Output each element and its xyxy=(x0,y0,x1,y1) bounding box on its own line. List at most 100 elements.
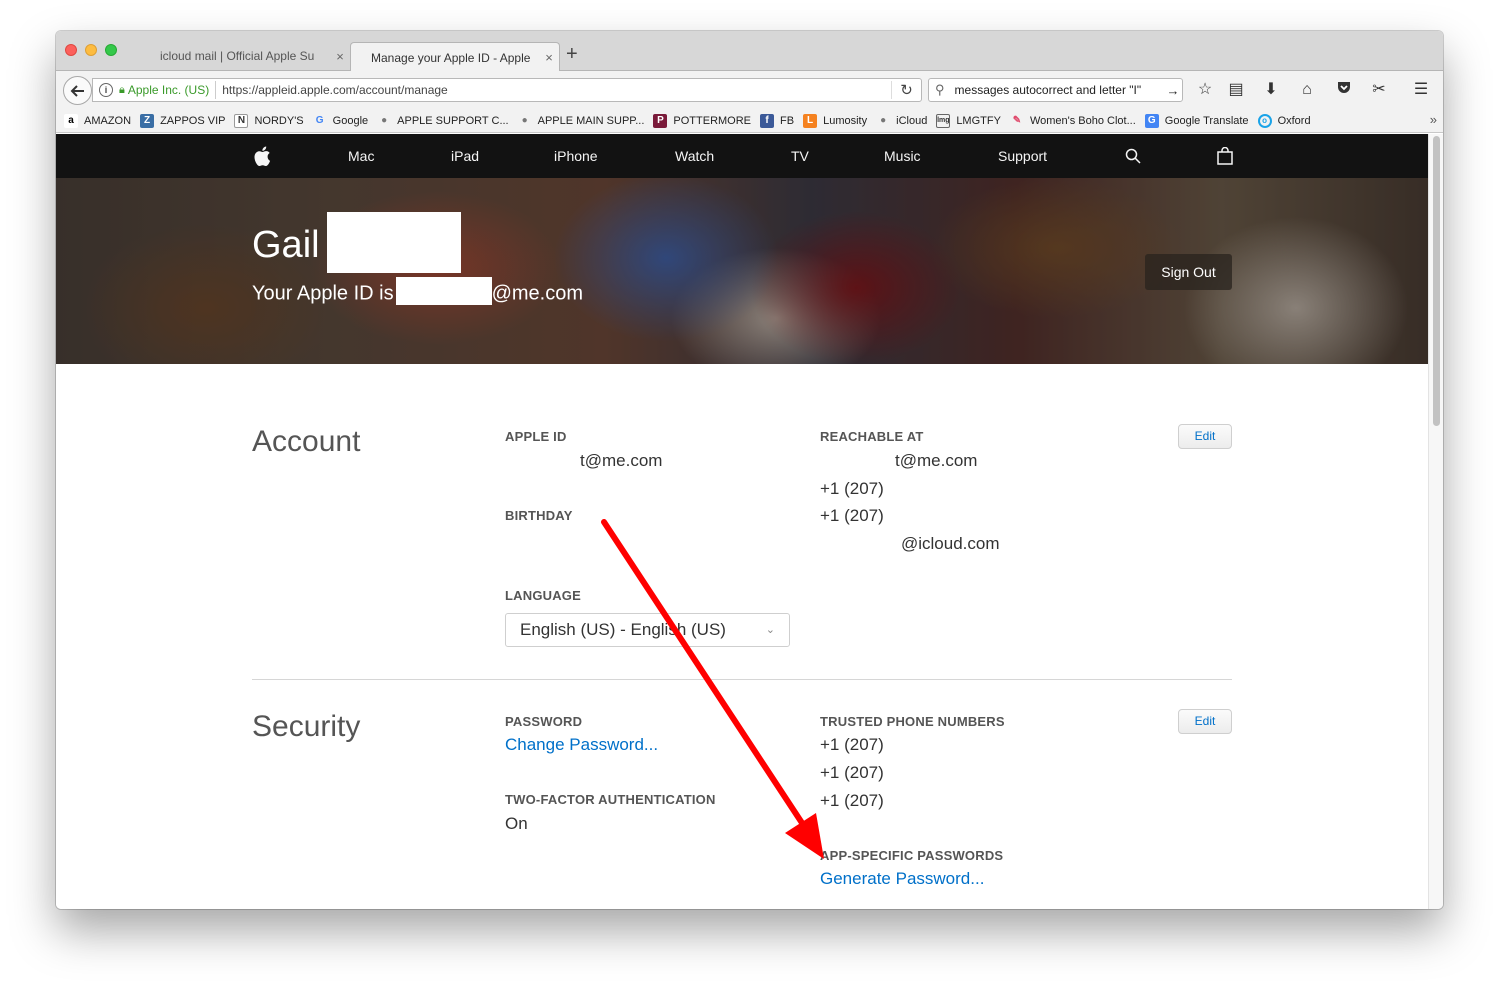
bookmark-star-icon[interactable]: ☆ xyxy=(1193,79,1217,101)
search-query[interactable]: messages autocorrect and letter "I" xyxy=(955,83,1164,97)
url-text[interactable]: https://appleid.apple.com/account/manage xyxy=(222,83,891,97)
pottermore-icon: P xyxy=(653,113,668,128)
bookmark-oxford[interactable]: o Oxford xyxy=(1257,113,1311,128)
search-icon[interactable] xyxy=(1125,134,1141,178)
site-identity[interactable]: Apple Inc. (US) xyxy=(128,83,209,97)
reachable-icloud: @icloud.com xyxy=(901,534,1000,553)
search-shape xyxy=(1125,148,1141,164)
boho-icon: ✎ xyxy=(1012,115,1022,126)
bookmarks-toolbar: a AMAZON Z ZAPPOS VIP N NORDY'S G Google ● AP… xyxy=(56,109,1443,133)
chevron-down-icon: ⌄ xyxy=(765,624,775,636)
bookmark-google-translate[interactable]: G Google Translate xyxy=(1144,113,1249,128)
reachable-email: t@me.com xyxy=(895,451,978,470)
tab-title: Manage your Apple ID - Apple xyxy=(371,50,531,65)
tab-bar: icloud mail | Official Apple Su × Manage… xyxy=(56,31,1443,72)
bookmark-boho[interactable]: ✎ Women's Boho Clot... xyxy=(1010,114,1136,128)
two-factor-value: On xyxy=(505,814,528,833)
nav-tv[interactable]: TV xyxy=(791,134,809,178)
page-scrollbar[interactable] xyxy=(1428,134,1443,909)
bookmark-lumosity[interactable]: L Lumosity xyxy=(803,113,868,128)
new-tab-button[interactable]: + xyxy=(566,44,578,64)
section-divider xyxy=(252,679,1232,680)
password-label: PASSWORD xyxy=(505,714,583,729)
download-icon[interactable]: ⬇ xyxy=(1259,79,1283,101)
search-bar[interactable]: ⚲ messages autocorrect and letter "I" → xyxy=(928,78,1183,102)
language-label: LANGUAGE xyxy=(505,588,581,603)
language-selected: English (US) - English (US) xyxy=(520,620,726,639)
nav-support[interactable]: Support xyxy=(998,134,1047,178)
bookmark-label: Lumosity xyxy=(823,114,868,127)
tab-manage-apple-id[interactable]: Manage your Apple ID - Apple × xyxy=(350,42,560,72)
scrollbar-thumb[interactable] xyxy=(1433,136,1440,426)
lmgtfy-icon: lmg xyxy=(936,113,951,128)
annotation-arrow-shaft xyxy=(601,519,807,829)
apple-logo-icon[interactable] xyxy=(254,134,271,178)
apple-icon: ● xyxy=(880,115,887,126)
screenshot-icon[interactable]: ✂ xyxy=(1367,79,1391,101)
nav-ipad[interactable]: iPad xyxy=(451,134,479,178)
account-edit-button[interactable]: Edit xyxy=(1178,424,1232,449)
bookmark-label: LMGTFY xyxy=(956,114,1001,127)
bookmark-fb[interactable]: f FB xyxy=(760,113,794,128)
back-button[interactable] xyxy=(63,76,92,105)
lock-icon: 🔒︎ xyxy=(119,83,125,96)
shopping-bag-icon[interactable] xyxy=(1217,134,1233,178)
tab-icloud-mail[interactable]: icloud mail | Official Apple Su × xyxy=(140,41,350,71)
trusted-phone: +1 (207) xyxy=(820,735,884,754)
go-arrow-icon[interactable]: → xyxy=(1164,83,1182,98)
bookmark-icloud[interactable]: ● iCloud xyxy=(876,114,927,128)
nordstrom-icon: N xyxy=(234,113,249,128)
nav-mac[interactable]: Mac xyxy=(348,134,374,178)
sign-out-button[interactable]: Sign Out xyxy=(1145,254,1232,290)
bookmark-label: APPLE MAIN SUPP... xyxy=(537,114,645,127)
search-icon: ⚲ xyxy=(935,82,945,97)
apple-id-prefix: Your Apple ID is xyxy=(252,282,394,305)
chevron-right-icon[interactable]: » xyxy=(1430,112,1437,127)
generate-password-link[interactable]: Generate Password... xyxy=(820,869,984,889)
bookmark-zappos[interactable]: Z ZAPPOS VIP xyxy=(140,113,225,128)
menu-icon[interactable]: ☰ xyxy=(1409,79,1433,101)
nav-music[interactable]: Music xyxy=(884,134,921,178)
reachable-label: REACHABLE AT xyxy=(820,429,924,444)
bookmark-apple-main-support[interactable]: ● APPLE MAIN SUPP... xyxy=(518,114,645,128)
annotation-arrow-head xyxy=(785,813,824,859)
back-arrow-icon xyxy=(70,84,84,97)
close-icon[interactable]: × xyxy=(330,49,350,64)
security-edit-button[interactable]: Edit xyxy=(1178,709,1232,734)
reachable-phone: +1 (207) xyxy=(820,506,884,525)
pocket-icon[interactable] xyxy=(1332,79,1356,101)
reachable-phone: +1 (207) xyxy=(820,479,884,498)
close-icon[interactable]: × xyxy=(539,50,559,65)
redacted-last-name xyxy=(327,212,461,273)
nav-watch[interactable]: Watch xyxy=(675,134,714,178)
user-first-name: Gail xyxy=(252,224,320,266)
bookmark-amazon[interactable]: a AMAZON xyxy=(64,113,131,128)
change-password-link[interactable]: Change Password... xyxy=(505,735,658,755)
bookmark-google[interactable]: G Google xyxy=(313,114,368,128)
minimize-window-button[interactable] xyxy=(85,44,97,56)
security-section-title: Security xyxy=(252,710,361,743)
bookmark-label: POTTERMORE xyxy=(673,114,752,127)
reading-list-icon[interactable]: ▤ xyxy=(1224,79,1248,101)
bookmark-pottermore[interactable]: P POTTERMORE xyxy=(653,113,752,128)
home-icon[interactable]: ⌂ xyxy=(1295,79,1319,101)
reload-icon[interactable]: ↻ xyxy=(891,81,921,99)
bookmark-label: Women's Boho Clot... xyxy=(1029,114,1136,127)
trusted-phone: +1 (207) xyxy=(820,791,884,810)
info-icon[interactable]: i xyxy=(99,83,113,97)
apple-logo-shape xyxy=(254,146,271,167)
bookmark-label: Oxford xyxy=(1277,114,1311,127)
apple-id-label: APPLE ID xyxy=(505,429,567,444)
web-page: Mac iPad iPhone Watch TV Music Support G… xyxy=(56,134,1428,909)
bookmark-label: Google Translate xyxy=(1164,114,1249,127)
apple-id-suffix: @me.com xyxy=(491,282,584,305)
zoom-window-button[interactable] xyxy=(105,44,117,56)
nav-iphone[interactable]: iPhone xyxy=(554,134,598,178)
address-bar[interactable]: i 🔒︎ Apple Inc. (US) https://appleid.app… xyxy=(92,78,922,102)
bookmark-lmgtfy[interactable]: lmg LMGTFY xyxy=(936,113,1001,128)
bookmark-label: iCloud xyxy=(896,114,928,127)
bookmark-apple-support[interactable]: ● APPLE SUPPORT C... xyxy=(377,114,509,128)
bookmark-nordys[interactable]: N NORDY'S xyxy=(234,113,304,128)
language-select[interactable]: English (US) - English (US) ⌄ xyxy=(505,613,790,647)
close-window-button[interactable] xyxy=(65,44,77,56)
